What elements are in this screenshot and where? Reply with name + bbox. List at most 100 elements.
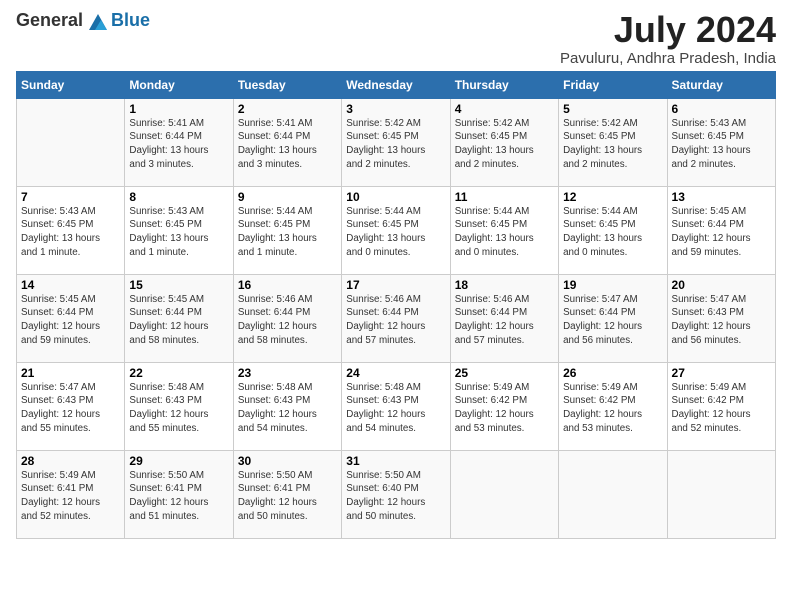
day-number: 6 bbox=[672, 102, 771, 116]
col-header-friday: Friday bbox=[559, 71, 667, 98]
calendar-cell-w0-d6: 6Sunrise: 5:43 AM Sunset: 6:45 PM Daylig… bbox=[667, 98, 775, 186]
day-info: Sunrise: 5:42 AM Sunset: 6:45 PM Dayligh… bbox=[455, 117, 554, 172]
logo-icon bbox=[87, 12, 109, 30]
calendar-cell-w0-d5: 5Sunrise: 5:42 AM Sunset: 6:45 PM Daylig… bbox=[559, 98, 667, 186]
calendar-cell-w0-d2: 2Sunrise: 5:41 AM Sunset: 6:44 PM Daylig… bbox=[233, 98, 341, 186]
logo-general: General bbox=[16, 10, 83, 31]
calendar-cell-w1-d6: 13Sunrise: 5:45 AM Sunset: 6:44 PM Dayli… bbox=[667, 186, 775, 274]
calendar-cell-w0-d0 bbox=[17, 98, 125, 186]
calendar-table: SundayMondayTuesdayWednesdayThursdayFrid… bbox=[16, 71, 776, 539]
day-info: Sunrise: 5:48 AM Sunset: 6:43 PM Dayligh… bbox=[129, 381, 228, 436]
calendar-cell-w2-d3: 17Sunrise: 5:46 AM Sunset: 6:44 PM Dayli… bbox=[342, 274, 450, 362]
day-info: Sunrise: 5:44 AM Sunset: 6:45 PM Dayligh… bbox=[238, 205, 337, 260]
day-info: Sunrise: 5:49 AM Sunset: 6:42 PM Dayligh… bbox=[672, 381, 771, 436]
day-number: 28 bbox=[21, 454, 120, 468]
day-number: 4 bbox=[455, 102, 554, 116]
calendar-cell-w1-d1: 8Sunrise: 5:43 AM Sunset: 6:45 PM Daylig… bbox=[125, 186, 233, 274]
col-header-tuesday: Tuesday bbox=[233, 71, 341, 98]
day-info: Sunrise: 5:46 AM Sunset: 6:44 PM Dayligh… bbox=[455, 293, 554, 348]
month-title: July 2024 bbox=[560, 10, 776, 50]
calendar-cell-w2-d0: 14Sunrise: 5:45 AM Sunset: 6:44 PM Dayli… bbox=[17, 274, 125, 362]
calendar-cell-w4-d5 bbox=[559, 450, 667, 538]
day-number: 20 bbox=[672, 278, 771, 292]
day-info: Sunrise: 5:43 AM Sunset: 6:45 PM Dayligh… bbox=[21, 205, 120, 260]
day-number: 2 bbox=[238, 102, 337, 116]
day-number: 8 bbox=[129, 190, 228, 204]
day-number: 25 bbox=[455, 366, 554, 380]
calendar-cell-w1-d0: 7Sunrise: 5:43 AM Sunset: 6:45 PM Daylig… bbox=[17, 186, 125, 274]
day-number: 18 bbox=[455, 278, 554, 292]
day-info: Sunrise: 5:47 AM Sunset: 6:44 PM Dayligh… bbox=[563, 293, 662, 348]
day-info: Sunrise: 5:45 AM Sunset: 6:44 PM Dayligh… bbox=[21, 293, 120, 348]
day-number: 5 bbox=[563, 102, 662, 116]
day-number: 9 bbox=[238, 190, 337, 204]
day-info: Sunrise: 5:44 AM Sunset: 6:45 PM Dayligh… bbox=[346, 205, 445, 260]
day-number: 11 bbox=[455, 190, 554, 204]
day-info: Sunrise: 5:48 AM Sunset: 6:43 PM Dayligh… bbox=[238, 381, 337, 436]
calendar-cell-w2-d1: 15Sunrise: 5:45 AM Sunset: 6:44 PM Dayli… bbox=[125, 274, 233, 362]
col-header-sunday: Sunday bbox=[17, 71, 125, 98]
day-number: 13 bbox=[672, 190, 771, 204]
day-info: Sunrise: 5:49 AM Sunset: 6:42 PM Dayligh… bbox=[455, 381, 554, 436]
day-info: Sunrise: 5:48 AM Sunset: 6:43 PM Dayligh… bbox=[346, 381, 445, 436]
location-title: Pavuluru, Andhra Pradesh, India bbox=[560, 50, 776, 67]
page-header: General Blue July 2024 Pavuluru, Andhra … bbox=[16, 10, 776, 67]
title-area: July 2024 Pavuluru, Andhra Pradesh, Indi… bbox=[560, 10, 776, 67]
calendar-cell-w0-d1: 1Sunrise: 5:41 AM Sunset: 6:44 PM Daylig… bbox=[125, 98, 233, 186]
calendar-cell-w1-d5: 12Sunrise: 5:44 AM Sunset: 6:45 PM Dayli… bbox=[559, 186, 667, 274]
calendar-cell-w2-d4: 18Sunrise: 5:46 AM Sunset: 6:44 PM Dayli… bbox=[450, 274, 558, 362]
calendar-cell-w2-d5: 19Sunrise: 5:47 AM Sunset: 6:44 PM Dayli… bbox=[559, 274, 667, 362]
day-info: Sunrise: 5:45 AM Sunset: 6:44 PM Dayligh… bbox=[672, 205, 771, 260]
day-number: 23 bbox=[238, 366, 337, 380]
calendar-cell-w3-d5: 26Sunrise: 5:49 AM Sunset: 6:42 PM Dayli… bbox=[559, 362, 667, 450]
day-number: 29 bbox=[129, 454, 228, 468]
day-number: 7 bbox=[21, 190, 120, 204]
calendar-cell-w1-d2: 9Sunrise: 5:44 AM Sunset: 6:45 PM Daylig… bbox=[233, 186, 341, 274]
calendar-cell-w2-d2: 16Sunrise: 5:46 AM Sunset: 6:44 PM Dayli… bbox=[233, 274, 341, 362]
day-number: 15 bbox=[129, 278, 228, 292]
calendar-cell-w4-d4 bbox=[450, 450, 558, 538]
calendar-cell-w3-d3: 24Sunrise: 5:48 AM Sunset: 6:43 PM Dayli… bbox=[342, 362, 450, 450]
day-number: 27 bbox=[672, 366, 771, 380]
calendar-cell-w4-d2: 30Sunrise: 5:50 AM Sunset: 6:41 PM Dayli… bbox=[233, 450, 341, 538]
day-info: Sunrise: 5:47 AM Sunset: 6:43 PM Dayligh… bbox=[21, 381, 120, 436]
day-info: Sunrise: 5:47 AM Sunset: 6:43 PM Dayligh… bbox=[672, 293, 771, 348]
day-number: 16 bbox=[238, 278, 337, 292]
calendar-cell-w1-d3: 10Sunrise: 5:44 AM Sunset: 6:45 PM Dayli… bbox=[342, 186, 450, 274]
day-number: 26 bbox=[563, 366, 662, 380]
day-number: 31 bbox=[346, 454, 445, 468]
calendar-cell-w3-d2: 23Sunrise: 5:48 AM Sunset: 6:43 PM Dayli… bbox=[233, 362, 341, 450]
calendar-cell-w3-d1: 22Sunrise: 5:48 AM Sunset: 6:43 PM Dayli… bbox=[125, 362, 233, 450]
day-number: 1 bbox=[129, 102, 228, 116]
day-info: Sunrise: 5:49 AM Sunset: 6:41 PM Dayligh… bbox=[21, 469, 120, 524]
calendar-cell-w4-d6 bbox=[667, 450, 775, 538]
day-info: Sunrise: 5:50 AM Sunset: 6:40 PM Dayligh… bbox=[346, 469, 445, 524]
day-info: Sunrise: 5:49 AM Sunset: 6:42 PM Dayligh… bbox=[563, 381, 662, 436]
day-info: Sunrise: 5:45 AM Sunset: 6:44 PM Dayligh… bbox=[129, 293, 228, 348]
calendar-cell-w4-d1: 29Sunrise: 5:50 AM Sunset: 6:41 PM Dayli… bbox=[125, 450, 233, 538]
day-info: Sunrise: 5:43 AM Sunset: 6:45 PM Dayligh… bbox=[129, 205, 228, 260]
day-number: 17 bbox=[346, 278, 445, 292]
day-info: Sunrise: 5:46 AM Sunset: 6:44 PM Dayligh… bbox=[238, 293, 337, 348]
day-info: Sunrise: 5:42 AM Sunset: 6:45 PM Dayligh… bbox=[346, 117, 445, 172]
col-header-wednesday: Wednesday bbox=[342, 71, 450, 98]
calendar-cell-w3-d4: 25Sunrise: 5:49 AM Sunset: 6:42 PM Dayli… bbox=[450, 362, 558, 450]
calendar-cell-w1-d4: 11Sunrise: 5:44 AM Sunset: 6:45 PM Dayli… bbox=[450, 186, 558, 274]
day-number: 24 bbox=[346, 366, 445, 380]
day-info: Sunrise: 5:44 AM Sunset: 6:45 PM Dayligh… bbox=[563, 205, 662, 260]
day-number: 19 bbox=[563, 278, 662, 292]
day-number: 12 bbox=[563, 190, 662, 204]
day-number: 30 bbox=[238, 454, 337, 468]
calendar-cell-w4-d3: 31Sunrise: 5:50 AM Sunset: 6:40 PM Dayli… bbox=[342, 450, 450, 538]
day-number: 22 bbox=[129, 366, 228, 380]
calendar-cell-w4-d0: 28Sunrise: 5:49 AM Sunset: 6:41 PM Dayli… bbox=[17, 450, 125, 538]
logo-blue: Blue bbox=[111, 10, 150, 31]
day-number: 10 bbox=[346, 190, 445, 204]
col-header-thursday: Thursday bbox=[450, 71, 558, 98]
calendar-cell-w0-d3: 3Sunrise: 5:42 AM Sunset: 6:45 PM Daylig… bbox=[342, 98, 450, 186]
calendar-cell-w3-d6: 27Sunrise: 5:49 AM Sunset: 6:42 PM Dayli… bbox=[667, 362, 775, 450]
day-number: 3 bbox=[346, 102, 445, 116]
day-info: Sunrise: 5:50 AM Sunset: 6:41 PM Dayligh… bbox=[238, 469, 337, 524]
col-header-saturday: Saturday bbox=[667, 71, 775, 98]
calendar-cell-w2-d6: 20Sunrise: 5:47 AM Sunset: 6:43 PM Dayli… bbox=[667, 274, 775, 362]
